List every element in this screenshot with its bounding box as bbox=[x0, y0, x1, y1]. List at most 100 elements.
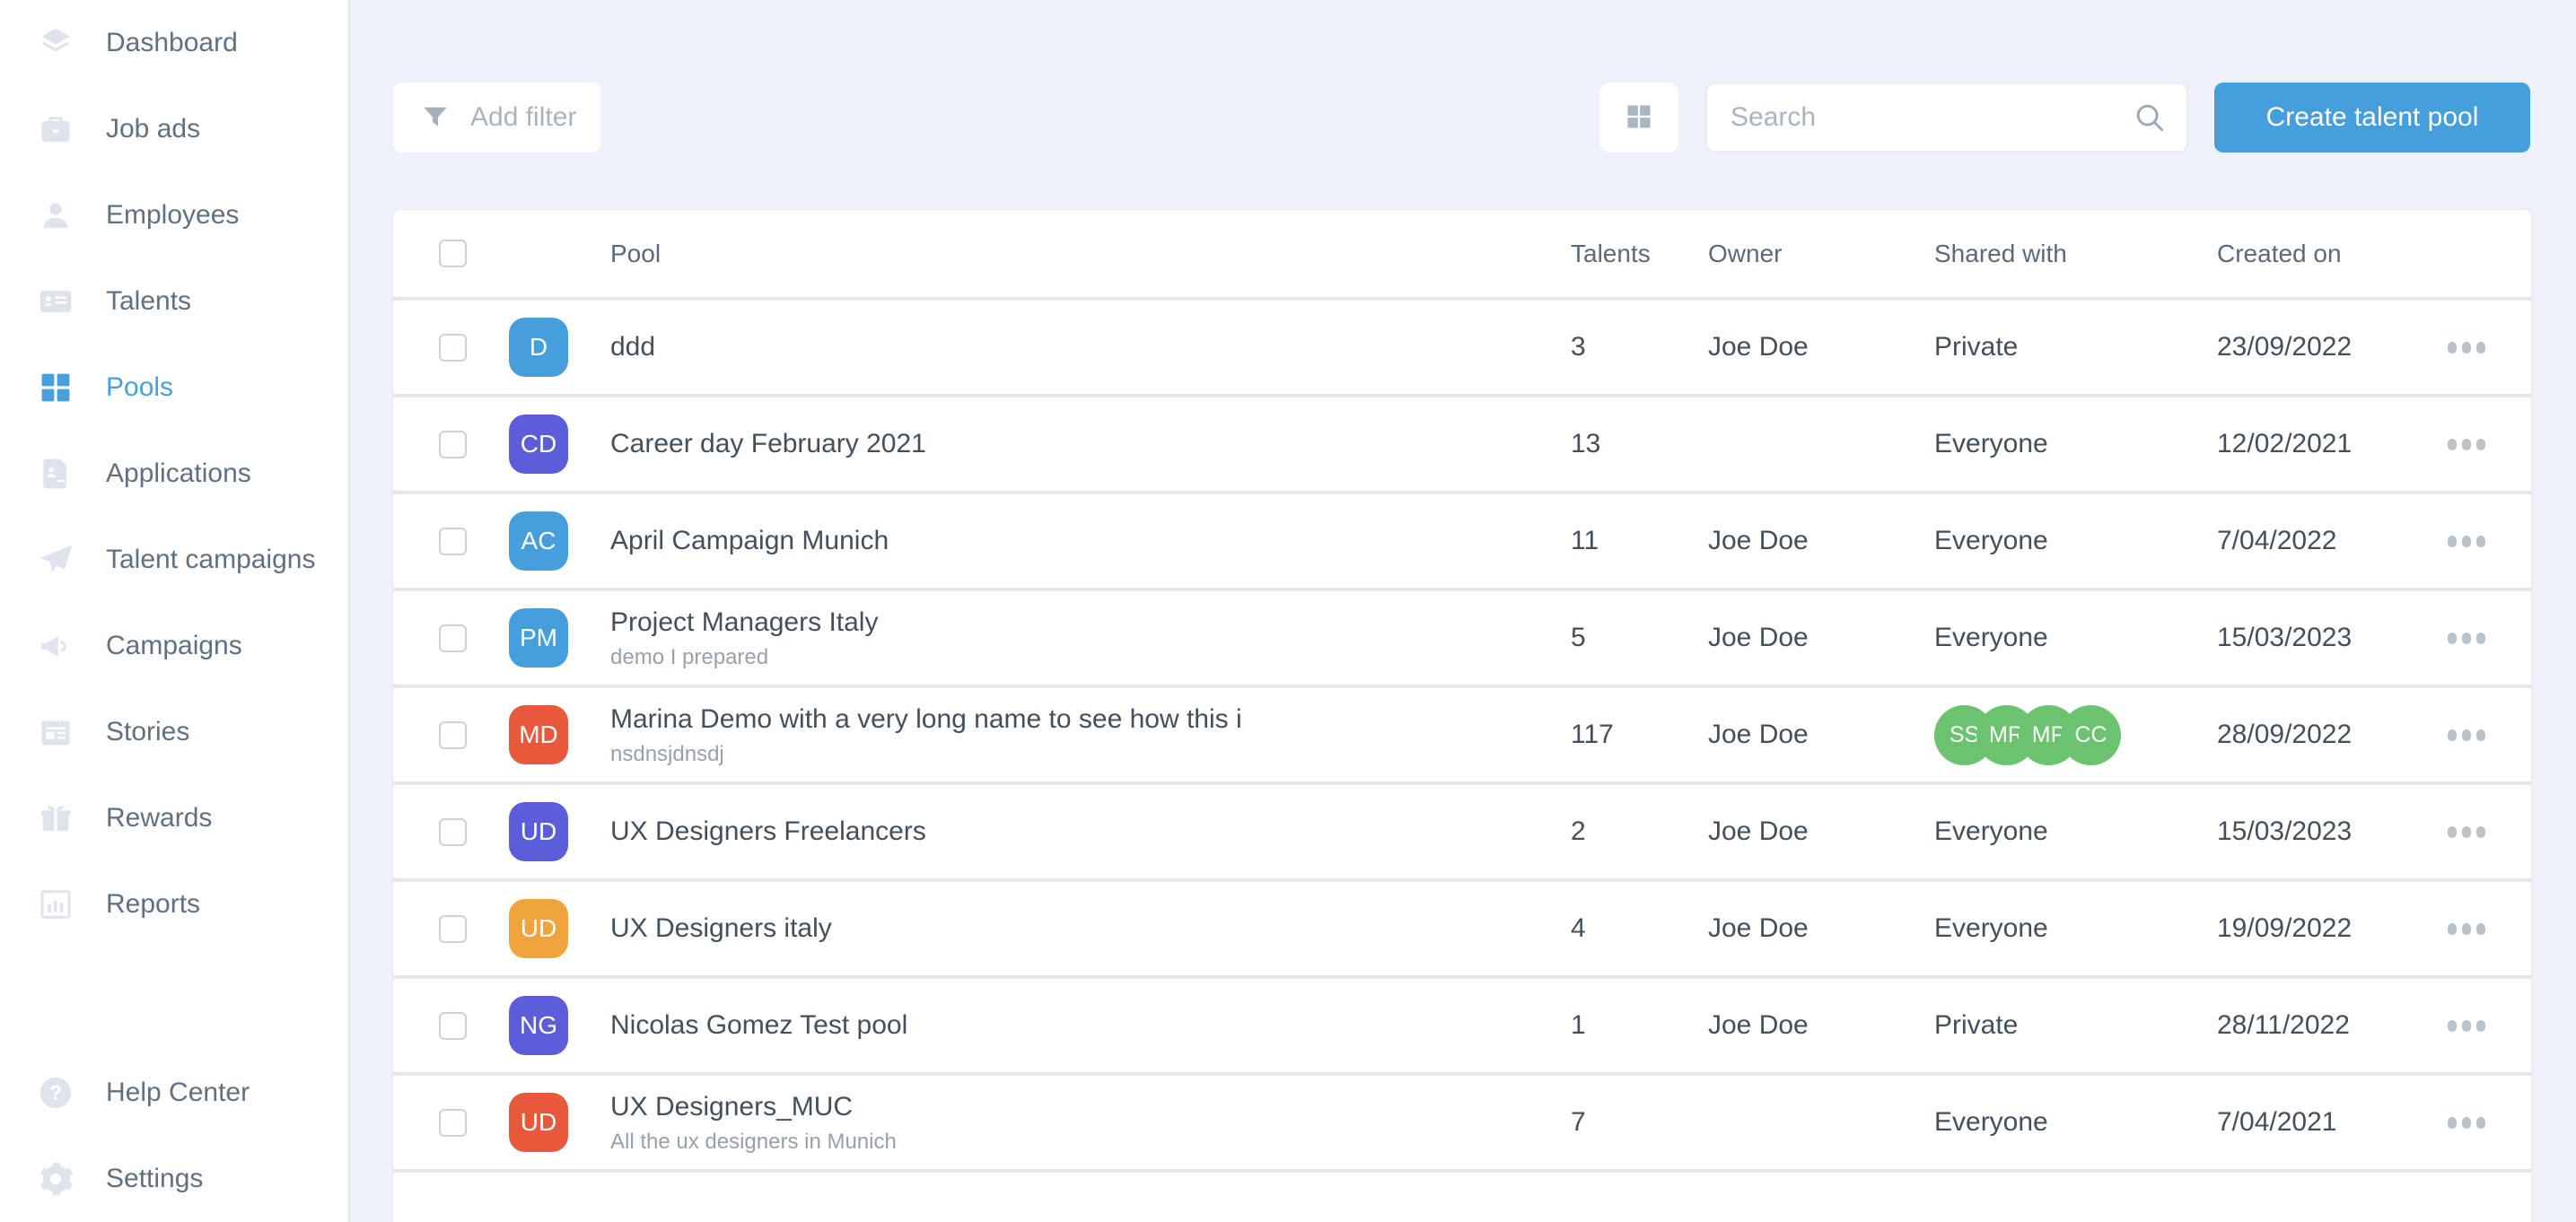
shared-avatar-stack: SSMRMPCC bbox=[1934, 705, 2217, 765]
row-menu-button[interactable] bbox=[2441, 430, 2485, 459]
sidebar-item-dashboard[interactable]: Dashboard bbox=[0, 0, 348, 86]
newspaper-icon bbox=[34, 711, 77, 754]
owner-name: Joe Doe bbox=[1708, 623, 1934, 653]
grid-view-icon bbox=[1621, 99, 1657, 137]
row-checkbox[interactable] bbox=[439, 528, 467, 555]
row-menu-button[interactable] bbox=[2441, 914, 2485, 944]
row-checkbox[interactable] bbox=[439, 721, 467, 749]
sidebar-item-employees[interactable]: Employees bbox=[0, 172, 348, 258]
sidebar-item-label: Campaigns bbox=[106, 631, 242, 661]
table-row[interactable]: UDUX Designers_MUCAll the ux designers i… bbox=[393, 1076, 2531, 1173]
row-checkbox[interactable] bbox=[439, 1012, 467, 1040]
svg-text:?: ? bbox=[49, 1081, 62, 1104]
table-row[interactable]: CDCareer day February 202113Everyone12/0… bbox=[393, 397, 2531, 494]
row-menu-button[interactable] bbox=[2441, 1108, 2485, 1138]
toolbar: Add filter Create talent pool bbox=[393, 83, 2530, 153]
table-row[interactable]: MD Marina Demo with a very long name to s… bbox=[393, 688, 2531, 785]
pool-name-cell: ddd bbox=[610, 331, 1571, 363]
owner-name: Joe Doe bbox=[1708, 332, 1934, 362]
pool-avatar-initials: NG bbox=[520, 1011, 557, 1040]
talents-count: 4 bbox=[1571, 913, 1708, 944]
row-checkbox[interactable] bbox=[439, 1109, 467, 1137]
ellipsis-dot bbox=[2448, 826, 2457, 838]
sidebar-item-talent-campaigns[interactable]: Talent campaigns bbox=[0, 517, 348, 603]
row-menu-button[interactable] bbox=[2441, 817, 2485, 847]
shared-with: Everyone bbox=[1934, 429, 2217, 459]
created-date: 7/04/2022 bbox=[2217, 526, 2441, 556]
row-menu-button[interactable] bbox=[2441, 624, 2485, 653]
shared-with: Everyone bbox=[1934, 526, 2217, 556]
filter-funnel-icon bbox=[420, 102, 451, 133]
sidebar-item-label: Talents bbox=[106, 286, 191, 317]
row-checkbox[interactable] bbox=[439, 431, 467, 458]
pool-name-cell: Career day February 2021 bbox=[610, 428, 1571, 460]
sidebar-item-campaigns[interactable]: Campaigns bbox=[0, 603, 348, 689]
sidebar-spacer bbox=[0, 947, 348, 1050]
add-filter-button[interactable]: Add filter bbox=[393, 83, 600, 153]
ellipsis-dot bbox=[2462, 536, 2471, 547]
id-card-icon bbox=[34, 280, 77, 323]
ellipsis-dot bbox=[2476, 1117, 2485, 1129]
gift-icon bbox=[34, 797, 77, 840]
pool-avatar-initials: UD bbox=[521, 1108, 556, 1137]
table-row[interactable]: PMProject Managers Italydemo I prepared5… bbox=[393, 591, 2531, 688]
sidebar-item-talents[interactable]: Talents bbox=[0, 258, 348, 345]
row-menu-button[interactable] bbox=[2441, 720, 2485, 750]
table-header-row: Pool Talents Owner Shared with Created o… bbox=[393, 210, 2531, 301]
ellipsis-dot bbox=[2448, 1020, 2457, 1032]
sidebar: Dashboard Job ads Employees Talents PoolsApp… bbox=[0, 0, 350, 1222]
shared-with: Everyone bbox=[1934, 1107, 2217, 1138]
row-menu-button[interactable] bbox=[2441, 527, 2485, 556]
row-menu-button[interactable] bbox=[2441, 1011, 2485, 1041]
pool-name-cell: UX Designers Freelancers bbox=[610, 816, 1571, 848]
sidebar-item-settings[interactable]: Settings bbox=[0, 1136, 348, 1222]
pool-avatar-initials: MD bbox=[519, 720, 558, 749]
sidebar-item-label: Help Center bbox=[106, 1078, 250, 1108]
sidebar-item-label: Job ads bbox=[106, 114, 200, 144]
table-row[interactable]: ACApril Campaign Munich11Joe DoeEveryone… bbox=[393, 494, 2531, 591]
pool-name: ddd bbox=[610, 331, 1571, 363]
search-input[interactable] bbox=[1730, 102, 2133, 133]
created-date: 19/09/2022 bbox=[2217, 913, 2441, 944]
sidebar-item-help-center[interactable]: ? Help Center bbox=[0, 1050, 348, 1136]
table-row[interactable]: UDUX Designers Freelancers2Joe DoeEveryo… bbox=[393, 785, 2531, 882]
ellipsis-dot bbox=[2476, 826, 2485, 838]
pool-name: UX Designers Freelancers bbox=[610, 816, 1571, 848]
ellipsis-dot bbox=[2476, 1020, 2485, 1032]
ellipsis-dot bbox=[2462, 729, 2471, 741]
row-menu-button[interactable] bbox=[2441, 333, 2485, 362]
row-checkbox[interactable] bbox=[439, 624, 467, 652]
create-talent-pool-button[interactable]: Create talent pool bbox=[2214, 83, 2530, 153]
row-checkbox[interactable] bbox=[439, 915, 467, 943]
ellipsis-dot bbox=[2476, 633, 2485, 644]
sidebar-item-stories[interactable]: Stories bbox=[0, 689, 348, 775]
row-checkbox[interactable] bbox=[439, 334, 467, 362]
sidebar-item-job-ads[interactable]: Job ads bbox=[0, 86, 348, 172]
shared-with: SSMRMPCC bbox=[1934, 705, 2217, 765]
pool-name-cell: Marina Demo with a very long name to see… bbox=[610, 703, 1571, 766]
shared-with: Private bbox=[1934, 332, 2217, 362]
pool-name: April Campaign Munich bbox=[610, 525, 1571, 557]
created-date: 15/03/2023 bbox=[2217, 816, 2441, 847]
ellipsis-dot bbox=[2462, 1117, 2471, 1129]
talents-count: 117 bbox=[1571, 720, 1708, 750]
sidebar-item-rewards[interactable]: Rewards bbox=[0, 775, 348, 861]
sidebar-nav: Dashboard Job ads Employees Talents PoolsApp… bbox=[0, 0, 348, 947]
table-row[interactable]: UDUX Designers italy4Joe DoeEveryone19/0… bbox=[393, 882, 2531, 979]
pool-avatar: MD bbox=[509, 705, 568, 764]
sidebar-item-pools[interactable]: Pools bbox=[0, 345, 348, 431]
table-row[interactable]: NGNicolas Gomez Test pool1Joe DoePrivate… bbox=[393, 979, 2531, 1076]
grid-view-button[interactable] bbox=[1599, 83, 1678, 153]
ellipsis-dot bbox=[2448, 729, 2457, 741]
talents-count: 1 bbox=[1571, 1010, 1708, 1041]
table-row[interactable]: Dddd3Joe DoePrivate23/09/2022 bbox=[393, 301, 2531, 397]
pool-name-cell: Project Managers Italydemo I prepared bbox=[610, 607, 1571, 669]
row-checkbox[interactable] bbox=[439, 818, 467, 846]
talents-count: 7 bbox=[1571, 1107, 1708, 1138]
pool-avatar: D bbox=[509, 318, 568, 377]
sidebar-item-applications[interactable]: Applications bbox=[0, 431, 348, 517]
select-all-checkbox[interactable] bbox=[439, 240, 467, 267]
bar-chart-icon bbox=[34, 883, 77, 926]
megaphone-icon bbox=[34, 624, 77, 668]
sidebar-item-reports[interactable]: Reports bbox=[0, 861, 348, 947]
